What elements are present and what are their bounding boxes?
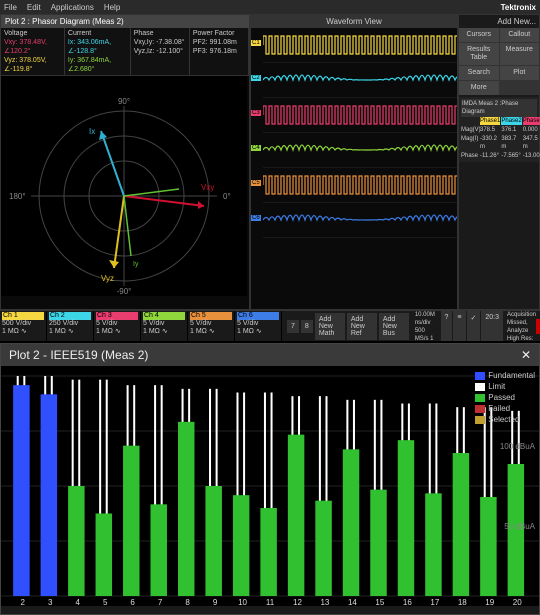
phasor-panel: Plot 2 : Phasor Diagram (Meas 2) Voltage… (0, 14, 250, 310)
legend-item: Selected (475, 414, 535, 425)
svg-text:11: 11 (266, 598, 275, 606)
time: 20:3 (481, 311, 503, 341)
plot2-chart[interactable]: 2 3 4 5 6 7 8 9 10 11 12 13 14 15 16 17 18 19 20 Fundament… (1, 366, 539, 606)
flag-icon[interactable]: ? (441, 311, 453, 341)
svg-text:8: 8 (185, 598, 190, 606)
channel-badge: C2 (251, 75, 261, 81)
svg-text:Vyz: Vyz (101, 274, 114, 283)
svg-text:17: 17 (430, 598, 439, 606)
channel-control[interactable]: Ch 1500 V/div1 MΩ ∿ (0, 311, 47, 341)
add-ref[interactable]: Add New Ref (347, 313, 377, 340)
svg-text:15: 15 (375, 598, 384, 606)
plot2-panel: Plot 2 - IEEE519 (Meas 2) ✕ 2 3 4 5 6 7 8 9 10 11… (0, 343, 540, 615)
channel-control[interactable]: Ch 2250 V/div1 MΩ ∿ (47, 311, 94, 341)
channel-control[interactable]: Ch 65 V/div1 MΩ ∿ (235, 311, 282, 341)
svg-text:14: 14 (348, 598, 357, 606)
legend-item: Limit (475, 381, 535, 392)
measurement-readout[interactable]: IMDA Meas 2 :Phase Diagram Phase1 Phase2… (459, 97, 539, 162)
svg-text:Iy: Iy (133, 261, 139, 268)
svg-text:16: 16 (403, 598, 412, 606)
num-button[interactable]: 7 (287, 320, 299, 333)
add-new-label: Add New... (459, 15, 539, 28)
channel-bar: Ch 1500 V/div1 MΩ ∿Ch 2250 V/div1 MΩ ∿Ch… (0, 310, 540, 341)
flag-icon[interactable]: ≡ (453, 311, 465, 341)
plot2-title: Plot 2 - IEEE519 (Meas 2) (9, 348, 148, 362)
legend-item: Failed (475, 403, 535, 414)
preview-button[interactable]: Preview (536, 319, 540, 334)
waveform-channel[interactable]: C2 (263, 63, 457, 98)
panel-button[interactable]: Callout (500, 28, 540, 42)
legend-item: Passed (475, 392, 535, 403)
svg-text:9: 9 (213, 598, 218, 606)
svg-text:2: 2 (21, 598, 26, 606)
channel-badge: C4 (251, 145, 261, 151)
add-math[interactable]: Add New Math (315, 313, 345, 340)
add-bus[interactable]: Add New Bus (379, 313, 409, 340)
svg-text:10: 10 (238, 598, 247, 606)
waveform-channel[interactable]: C5 (263, 168, 457, 203)
brand: Tektronix (501, 3, 536, 12)
channel-control[interactable]: Ch 45 V/div1 MΩ ∿ (141, 311, 188, 341)
svg-text:20: 20 (513, 598, 522, 606)
svg-text:13: 13 (320, 598, 329, 606)
waveform-channel[interactable]: C1 (263, 28, 457, 63)
waveform-channel[interactable]: C3 (263, 98, 457, 133)
svg-text:Ix: Ix (89, 127, 95, 136)
channel-badge: C5 (251, 180, 261, 186)
close-icon[interactable]: ✕ (521, 348, 531, 362)
channel-badge: C1 (251, 40, 261, 46)
channel-control[interactable]: Ch 35 V/div1 MΩ ∿ (94, 311, 141, 341)
waveform-panel[interactable]: Waveform View C1C2C3C4C5C6 (250, 14, 458, 310)
waveform-channel[interactable]: C4 (263, 133, 457, 168)
legend-item: Fundamental (475, 370, 535, 381)
svg-text:4: 4 (75, 598, 80, 606)
right-panel: Add New... CursorsCalloutResults TableMe… (458, 14, 540, 310)
svg-text:-90°: -90° (117, 287, 132, 296)
svg-text:0°: 0° (223, 192, 231, 201)
svg-text:90°: 90° (118, 97, 130, 106)
plot2-legend: FundamentalLimitPassedFailedSelected (475, 370, 535, 425)
svg-text:18: 18 (458, 598, 467, 606)
panel-button[interactable]: Search (459, 66, 499, 80)
phasor-diagram[interactable]: 90° 0° -90° 180° Vxy Vyz Ix Iy (1, 76, 247, 296)
panel-button[interactable]: Results Table (459, 43, 499, 65)
channel-control[interactable]: Ch 55 V/div1 MΩ ∿ (188, 311, 235, 341)
flag-icon[interactable]: ✓ (467, 311, 481, 341)
channel-badge: C3 (251, 110, 261, 116)
menu-item[interactable]: Edit (27, 3, 41, 12)
num-button[interactable]: 8 (301, 320, 313, 333)
svg-text:6: 6 (130, 598, 135, 606)
phasor-measurements: Voltage Vxy: 378.48V, ∠120.2° Vyz: 378.0… (1, 28, 249, 76)
menu-bar: File Edit Applications Help Tektronix (0, 0, 540, 14)
menu-item[interactable]: File (4, 3, 17, 12)
waveform-title: Waveform View (251, 15, 457, 28)
svg-text:180°: 180° (9, 192, 26, 201)
channel-badge: C6 (251, 215, 261, 221)
svg-text:19: 19 (485, 598, 494, 606)
panel-button[interactable]: Plot (500, 66, 540, 80)
menu-item[interactable]: Help (104, 3, 120, 12)
panel-button[interactable]: More (459, 81, 499, 95)
svg-text:3: 3 (48, 598, 53, 606)
waveform-channel[interactable]: C6 (263, 203, 457, 238)
panel-button[interactable]: Cursors (459, 28, 499, 42)
menu-item[interactable]: Applications (51, 3, 94, 12)
panel-button[interactable]: Measure (500, 43, 540, 65)
svg-text:7: 7 (158, 598, 163, 606)
phasor-title: Plot 2 : Phasor Diagram (Meas 2) (1, 15, 249, 28)
svg-text:5: 5 (103, 598, 108, 606)
svg-text:Vxy: Vxy (201, 183, 214, 192)
svg-text:12: 12 (293, 598, 302, 606)
